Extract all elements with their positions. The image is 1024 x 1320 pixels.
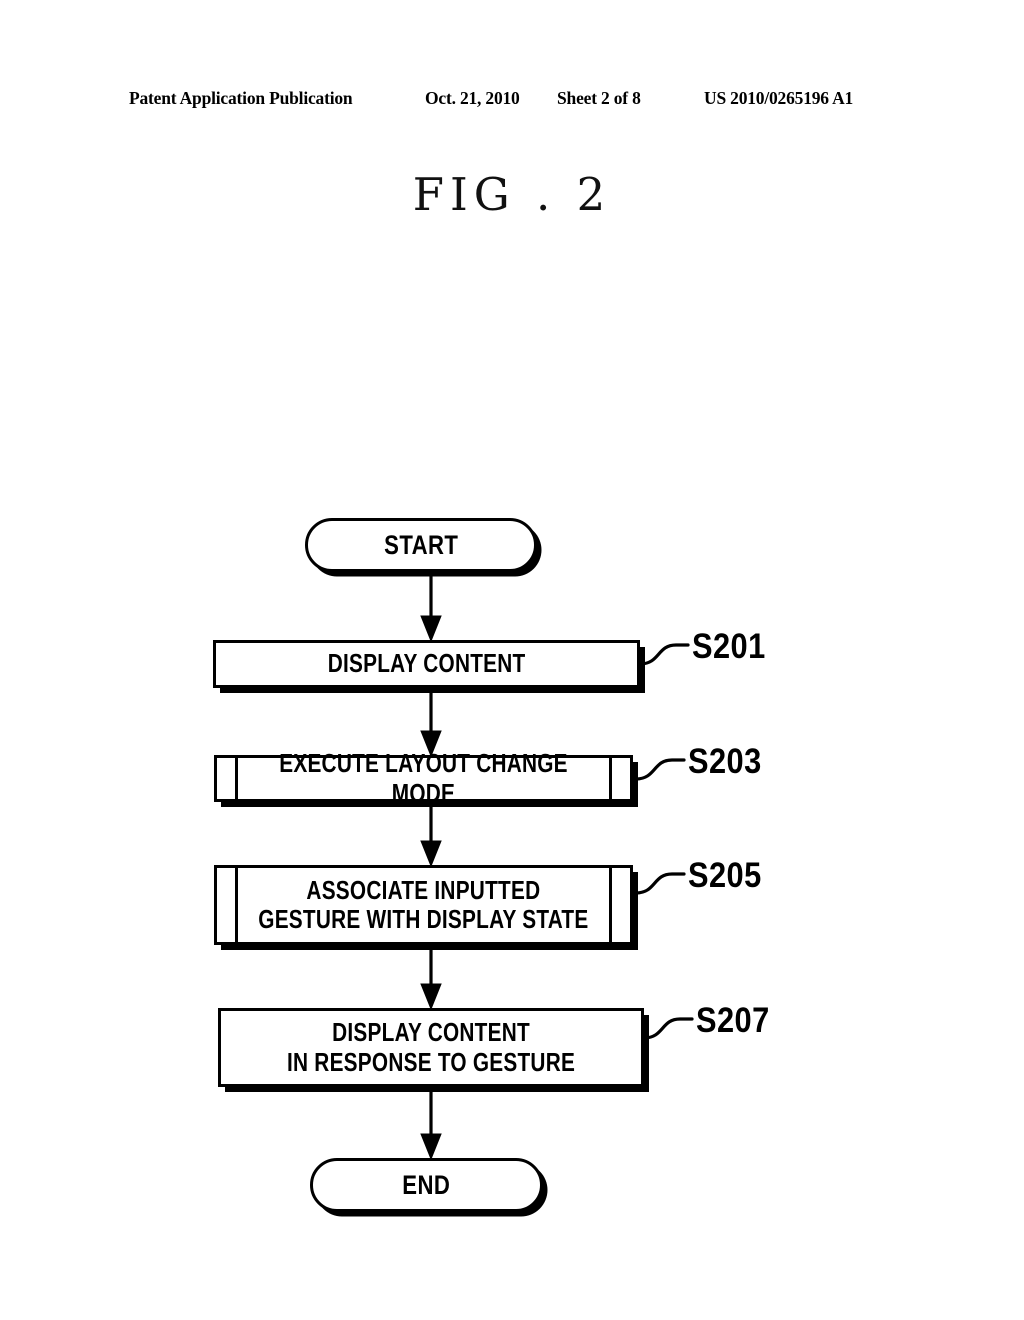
flow-node-end-label: END: [402, 1169, 451, 1200]
step-ref-s207: S207: [696, 1001, 770, 1040]
step-ref-s205: S205: [688, 856, 762, 895]
connector-start-to-s201: [420, 576, 442, 643]
connector-s201-to-s203: [420, 691, 442, 758]
flow-node-end[interactable]: END: [310, 1158, 543, 1212]
flow-node-s203[interactable]: EXECUTE LAYOUT CHANGE MODE: [214, 749, 633, 807]
flow-node-s207-label: DISPLAY CONTENT IN RESPONSE TO GESTURE: [286, 1017, 576, 1077]
flow-node-s207[interactable]: DISPLAY CONTENT IN RESPONSE TO GESTURE: [218, 1008, 644, 1087]
flow-node-s203-label: EXECUTE LAYOUT CHANGE MODE: [279, 748, 568, 808]
leader-line-s203: [634, 758, 686, 781]
connector-s203-to-s205: [420, 804, 442, 868]
flow-node-start-label: START: [383, 529, 459, 560]
step-ref-s203: S203: [688, 742, 762, 781]
leader-line-s201: [638, 643, 690, 666]
leader-line-s205: [634, 872, 686, 895]
flow-node-s201-label: DISPLAY CONTENT: [327, 648, 526, 679]
flow-node-start[interactable]: START: [305, 518, 537, 572]
connector-s207-to-end: [420, 1091, 442, 1161]
flowchart-diagram: START DISPLAY CONTENT S201 EXECUTE LAYOU…: [0, 0, 1024, 1320]
flow-node-s205-label: ASSOCIATE INPUTTED GESTURE WITH DISPLAY …: [258, 874, 589, 934]
flow-node-s201[interactable]: DISPLAY CONTENT: [213, 640, 640, 688]
step-ref-s201: S201: [692, 627, 766, 666]
connector-s205-to-s207: [420, 949, 442, 1011]
leader-line-s207: [642, 1017, 694, 1040]
flow-node-s205[interactable]: ASSOCIATE INPUTTED GESTURE WITH DISPLAY …: [214, 865, 633, 945]
